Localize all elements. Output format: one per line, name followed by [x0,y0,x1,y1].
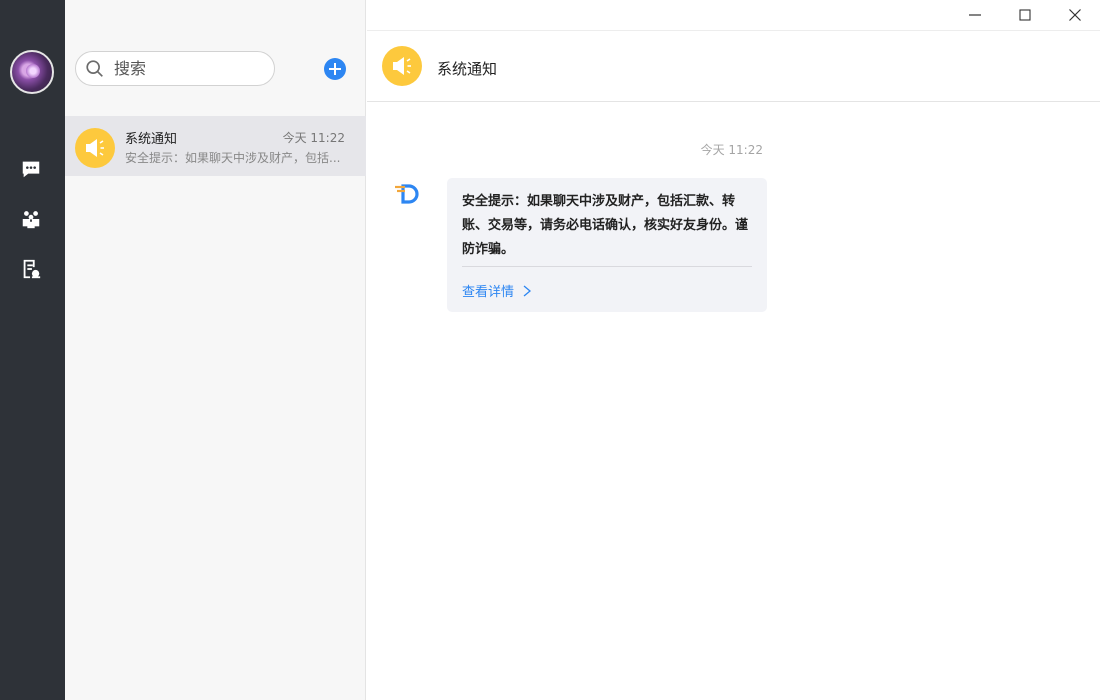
chevron-right-icon [523,285,532,296]
sender-logo-icon [395,184,419,204]
search-input[interactable] [114,59,264,78]
notes-icon[interactable] [18,256,44,282]
search-box[interactable] [75,51,275,86]
left-rail [0,0,65,700]
conversation-preview: 安全提示：如果聊天中涉及财产，包括... [125,151,341,165]
message-text: 安全提示：如果聊天中涉及财产，包括汇款、转账、交易等，请务必电话确认，核实好友身… [462,194,749,257]
close-icon [1069,9,1081,21]
maximize-icon [1019,9,1031,21]
megaphone-icon [382,46,422,86]
chat-title: 系统通知 [437,60,498,78]
message-bubble: 安全提示：如果聊天中涉及财产，包括汇款、转账、交易等，请务必电话确认，核实好友身… [447,178,767,312]
user-avatar[interactable] [10,50,54,94]
maximize-button[interactable] [1000,0,1050,30]
minimize-button[interactable] [950,0,1000,30]
contacts-icon[interactable] [18,206,44,232]
chat-header: 系统通知 [367,30,1100,102]
chat-bubble-icon[interactable] [18,156,44,182]
plus-icon [329,63,341,75]
conversation-item-system-notice[interactable]: 系统通知 今天 11:22 安全提示：如果聊天中涉及财产，包括... [65,116,366,176]
view-details-link[interactable]: 查看详情 [462,281,532,300]
minimize-icon [969,14,981,16]
add-button[interactable] [324,58,346,80]
conversation-time: 今天 11:22 [282,131,345,145]
conversation-list-panel: 系统通知 今天 11:22 安全提示：如果聊天中涉及财产，包括... [65,0,366,700]
message-timestamp: 今天 11:22 [700,143,763,157]
conversation-name: 系统通知 [125,132,178,147]
search-icon [86,59,103,77]
close-button[interactable] [1050,0,1100,30]
view-details-label: 查看详情 [462,285,515,300]
megaphone-icon [75,128,115,168]
bubble-divider [462,266,752,267]
